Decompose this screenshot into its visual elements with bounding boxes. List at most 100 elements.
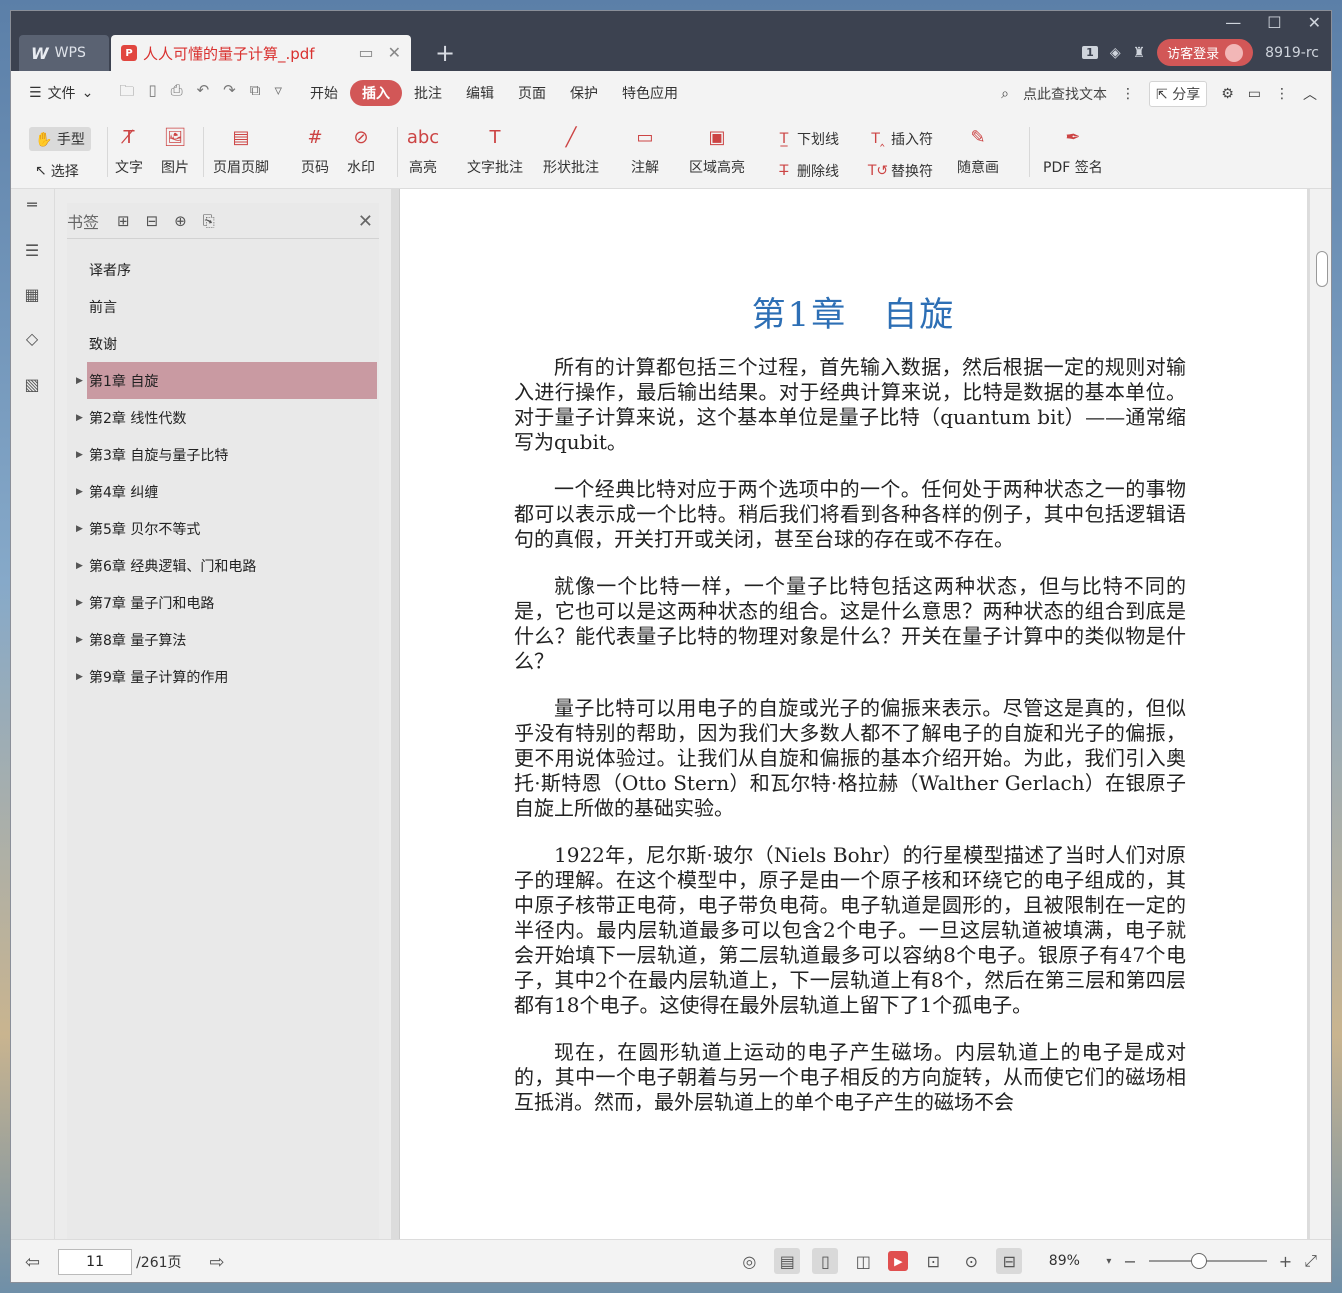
next-page-icon[interactable]: ⇨ <box>210 1252 225 1273</box>
search-label[interactable]: 点此查找文本 <box>1023 84 1107 104</box>
replace-mark-button[interactable]: T↺ 替换符 <box>868 161 933 181</box>
bookmark-options-icon[interactable]: ⎘ <box>203 212 215 230</box>
underline-button[interactable]: T̲ 下划线 <box>775 129 839 149</box>
prev-page-icon[interactable]: ⇦ <box>25 1252 40 1273</box>
expand-arrow-icon[interactable]: ▶ <box>76 561 83 571</box>
strikethrough-button[interactable]: T̶ 删除线 <box>775 161 839 181</box>
bookmark-item[interactable]: 致谢 <box>67 325 379 362</box>
freehand-button[interactable]: ✎ 随意画 <box>957 123 999 177</box>
shirt-icon[interactable]: ♜ <box>1133 45 1146 61</box>
expand-arrow-icon[interactable]: ▶ <box>76 672 83 682</box>
save-icon[interactable]: ▯ <box>148 81 156 106</box>
print-icon[interactable]: ⎙ <box>171 81 183 106</box>
settings-gear-icon[interactable]: ⚙ <box>1221 86 1234 102</box>
select-tool-button[interactable]: ↖ 选择 <box>35 161 79 181</box>
bookmark-item[interactable]: 前言 <box>67 288 379 325</box>
zoom-out-icon[interactable]: − <box>1123 1252 1136 1271</box>
skin-icon[interactable]: ◈ <box>1110 45 1121 61</box>
zoom-slider-knob[interactable] <box>1190 1253 1207 1269</box>
collapse-ribbon-icon[interactable]: ︿ <box>1303 84 1317 104</box>
area-highlight-button[interactable]: ▣ 区域高亮 <box>689 123 745 177</box>
watermark-button[interactable]: ⊘ 水印 <box>347 123 375 177</box>
wps-home-tab[interactable]: W WPS <box>19 35 109 71</box>
fit-page-icon[interactable]: ⊙ <box>958 1248 984 1274</box>
bookmark-item[interactable]: ▶ 第6章 经典逻辑、门和电路 <box>67 547 379 584</box>
more-vertical-icon[interactable]: ⋮ <box>1275 86 1289 102</box>
insert-text-button[interactable]: T̸ 文字 <box>115 123 143 177</box>
menu-special[interactable]: 特色应用 <box>610 79 690 107</box>
menu-insert[interactable]: 插入 <box>350 80 402 106</box>
outline-list-icon[interactable]: ☰ <box>22 241 42 261</box>
new-tab-button[interactable]: + <box>435 39 455 67</box>
maximize-icon[interactable]: ☐ <box>1267 13 1281 32</box>
undo-icon[interactable]: ↶ <box>197 81 210 106</box>
hand-tool-button[interactable]: ✋ 手型 <box>29 127 91 151</box>
bookmark-item[interactable]: ▶ 第5章 贝尔不等式 <box>67 510 379 547</box>
more-quick-icon[interactable]: ▿ <box>274 81 282 106</box>
scrollbar-thumb[interactable] <box>1316 251 1328 287</box>
menu-start[interactable]: 开始 <box>298 79 350 107</box>
vertical-scrollbar[interactable] <box>1309 189 1331 1239</box>
fit-width-icon[interactable]: ⊟ <box>996 1248 1023 1274</box>
highlight-button[interactable]: abc 高亮 <box>407 123 439 177</box>
text-comment-button[interactable]: T 文字批注 <box>467 123 523 177</box>
panel-splitter[interactable] <box>391 189 399 1239</box>
tab-pin-icon[interactable]: ▭ <box>358 43 373 62</box>
expand-arrow-icon[interactable]: ▶ <box>76 413 83 423</box>
bookmark-item[interactable]: ▶ 第1章 自旋 <box>76 362 377 399</box>
annotation-tag-icon[interactable]: ◇ <box>22 329 42 349</box>
redo-icon[interactable]: ↷ <box>223 81 236 106</box>
menu-protect[interactable]: 保护 <box>558 79 610 107</box>
expand-arrow-icon[interactable]: ▶ <box>76 376 83 386</box>
zoom-in-icon[interactable]: + <box>1279 1252 1292 1271</box>
zoom-slider[interactable] <box>1148 1253 1267 1269</box>
close-panel-icon[interactable]: ✕ <box>358 211 373 232</box>
page-number-button[interactable]: # 页码 <box>301 123 329 177</box>
add-bookmark-icon[interactable]: ⊕ <box>174 212 187 230</box>
login-button[interactable]: 访客登录 <box>1157 39 1254 66</box>
expand-arrow-icon[interactable]: ▶ <box>76 450 83 460</box>
bookmark-item[interactable]: ▶ 第9章 量子计算的作用 <box>67 658 379 695</box>
play-slideshow-icon[interactable]: ▶ <box>888 1251 909 1271</box>
page-number-input[interactable]: 11 <box>58 1249 133 1275</box>
close-window-icon[interactable]: ✕ <box>1308 13 1321 32</box>
tab-close-icon[interactable]: ✕ <box>388 43 401 62</box>
share-button[interactable]: ⇱ 分享 <box>1149 81 1208 107</box>
insert-image-button[interactable]: 🖼 图片 <box>161 123 189 177</box>
bookmark-item[interactable]: 译者序 <box>67 251 379 288</box>
menu-page[interactable]: 页面 <box>506 79 558 107</box>
bookmark-item[interactable]: ▶ 第7章 量子门和电路 <box>67 584 379 621</box>
pdf-sign-button[interactable]: ✒ PDF 签名 <box>1043 123 1103 177</box>
comment-icon[interactable]: ▭ <box>1248 86 1261 102</box>
window-count-badge[interactable]: 1 <box>1082 46 1098 59</box>
expand-arrow-icon[interactable]: ▶ <box>76 635 83 645</box>
open-folder-icon[interactable]: 🗀 <box>119 81 134 106</box>
expand-arrow-icon[interactable]: ▶ <box>76 598 83 608</box>
shape-comment-button[interactable]: ╱ 形状批注 <box>543 123 599 177</box>
note-button[interactable]: ▭ 注解 <box>631 123 659 177</box>
search-icon[interactable]: ⌕ <box>1001 86 1009 102</box>
kebab-icon[interactable]: ⋮ <box>1121 86 1135 102</box>
signature-list-icon[interactable]: ▧ <box>22 375 42 395</box>
insert-mark-button[interactable]: T‸ 插入符 <box>869 129 933 149</box>
zoom-dropdown-icon[interactable]: ▾ <box>1106 1256 1111 1267</box>
zoom-level[interactable]: 89% <box>1034 1253 1094 1269</box>
two-page-icon[interactable]: ◫ <box>850 1248 876 1274</box>
continuous-view-icon[interactable]: ▤ <box>774 1248 801 1274</box>
single-page-icon[interactable]: ▯ <box>812 1248 839 1274</box>
header-footer-button[interactable]: ▤ 页眉页脚 <box>213 123 269 177</box>
expand-arrow-icon[interactable]: ▶ <box>76 524 83 534</box>
menu-edit[interactable]: 编辑 <box>454 79 506 107</box>
bookmark-item[interactable]: ▶ 第4章 纠缠 <box>67 473 379 510</box>
collapse-all-icon[interactable]: ⊟ <box>146 212 159 230</box>
fullscreen-icon[interactable]: ⤢ <box>1304 1251 1317 1271</box>
file-menu[interactable]: ☰ 文件 ⌄ <box>11 83 103 103</box>
expand-all-icon[interactable]: ⊞ <box>117 212 130 230</box>
minimize-icon[interactable]: — <box>1225 13 1241 32</box>
eye-protection-icon[interactable]: ◎ <box>736 1248 762 1274</box>
expand-arrow-icon[interactable]: ▶ <box>76 487 83 497</box>
bookmark-item[interactable]: ▶ 第3章 自旋与量子比特 <box>67 436 379 473</box>
export-icon[interactable]: ⧉ <box>250 81 261 106</box>
bookmark-item[interactable]: ▶ 第8章 量子算法 <box>67 621 379 658</box>
thumbnail-icon[interactable]: ▦ <box>22 285 42 305</box>
